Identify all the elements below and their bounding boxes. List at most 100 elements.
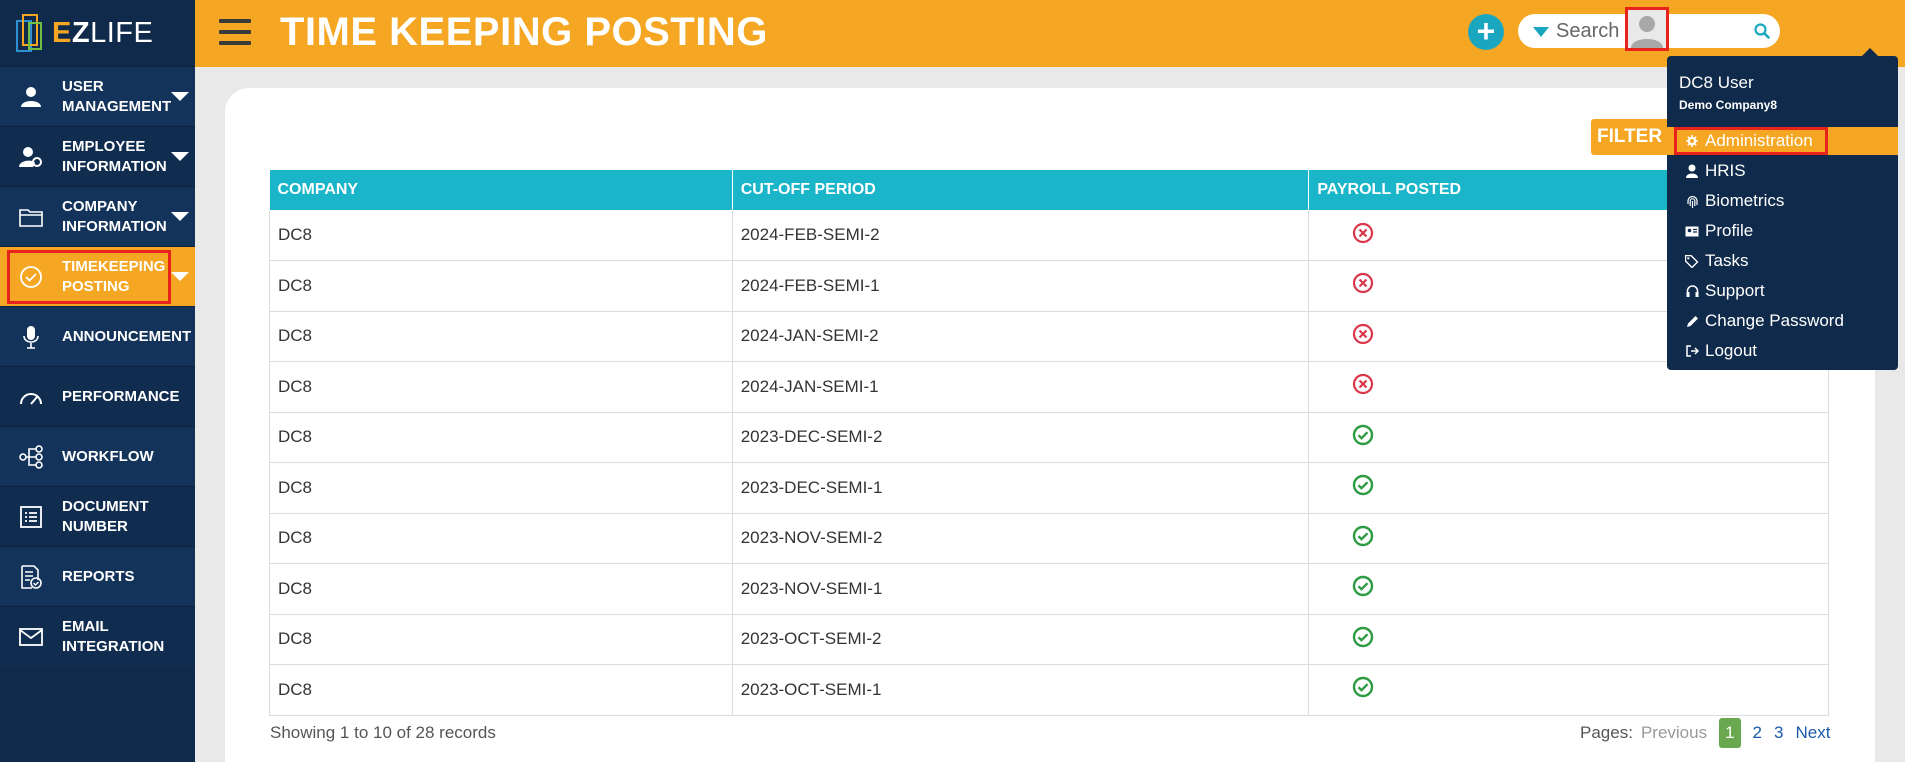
report-icon	[0, 564, 62, 589]
user-gear-icon	[0, 146, 62, 168]
company-cell: DC8	[269, 412, 733, 463]
check-circle-icon	[1352, 576, 1374, 601]
sidebar-item-company-information[interactable]: COMPANY INFORMATION	[0, 186, 195, 246]
table-row[interactable]: DC8 2023-OCT-SEMI-1	[269, 664, 1829, 716]
cutoff-period-cell: 2024-FEB-SEMI-1	[732, 260, 1310, 312]
highlight-box	[1674, 127, 1828, 155]
sidebar-item-workflow[interactable]: WORKFLOW	[0, 426, 195, 486]
x-circle-icon	[1352, 323, 1374, 349]
highlight-box	[7, 250, 171, 304]
cutoff-period-cell: 2023-DEC-SEMI-1	[732, 462, 1310, 514]
cutoff-period-cell: 2023-NOV-SEMI-2	[732, 513, 1310, 564]
cutoff-period-cell: 2024-JAN-SEMI-2	[732, 311, 1310, 362]
sidebar-item-label: EMAIL INTEGRATION	[62, 617, 165, 655]
company-cell: DC8	[269, 462, 733, 514]
column-header-company[interactable]: COMPANY	[269, 170, 733, 210]
cutoff-period-cell: 2023-DEC-SEMI-2	[732, 412, 1310, 463]
search-icon[interactable]	[1754, 23, 1770, 39]
table-row[interactable]: DC8 2024-FEB-SEMI-2	[269, 210, 1829, 261]
menu-item-biometrics[interactable]: Biometrics	[1667, 187, 1898, 215]
table-row[interactable]: DC8 2023-DEC-SEMI-2	[269, 412, 1829, 463]
pager-previous[interactable]: Previous	[1641, 723, 1707, 743]
workflow-icon	[0, 444, 62, 469]
logo[interactable]: EZLIFE	[0, 0, 195, 66]
hamburger-menu-icon[interactable]	[219, 19, 251, 47]
sidebar-item-label: USER MANAGEMENT	[62, 77, 172, 115]
sidebar-item-label: COMPANY INFORMATION	[62, 197, 167, 235]
table-row[interactable]: DC8 2024-FEB-SEMI-1	[269, 260, 1829, 312]
menu-item-tasks[interactable]: Tasks	[1667, 247, 1898, 275]
chevron-down-icon[interactable]	[171, 151, 189, 161]
menu-item-label: Tasks	[1705, 251, 1749, 270]
menu-item-logout[interactable]: Logout	[1667, 337, 1898, 365]
company-cell: DC8	[269, 361, 733, 413]
menu-item-hris[interactable]: HRIS	[1667, 157, 1898, 185]
avatar[interactable]	[1625, 7, 1669, 51]
microphone-icon	[0, 325, 62, 349]
page-title: TIME KEEPING POSTING	[280, 10, 768, 54]
menu-item-label: HRIS	[1705, 161, 1746, 180]
sidebar-item-label: REPORTS	[62, 567, 135, 585]
sidebar: EZLIFE USER MANAGEMENT EMPLOYEE INFORMATI…	[0, 0, 195, 762]
chevron-down-icon[interactable]	[171, 211, 189, 221]
sidebar-item-user-management[interactable]: USER MANAGEMENT	[0, 66, 195, 126]
check-circle-icon	[1352, 424, 1374, 450]
check-circle-icon	[1352, 626, 1374, 652]
list-icon	[0, 505, 62, 529]
fingerprint-icon	[1685, 194, 1699, 209]
user-dropdown-menu: DC8 User Demo Company8 Administration HRI…	[1667, 48, 1898, 370]
add-button[interactable]: +	[1468, 14, 1504, 50]
sidebar-item-reports[interactable]: REPORTS	[0, 546, 195, 606]
menu-item-support[interactable]: Support	[1667, 277, 1898, 305]
menu-item-profile[interactable]: Profile	[1667, 217, 1898, 245]
table-row[interactable]: DC8 2024-JAN-SEMI-1	[269, 361, 1829, 413]
payroll-posted-cell	[1308, 462, 1829, 514]
pagination: Pages: Previous 1 2 3 Next	[1580, 718, 1830, 748]
sidebar-item-performance[interactable]: PERFORMANCE	[0, 366, 195, 426]
chevron-down-icon[interactable]	[171, 91, 189, 101]
sidebar-item-timekeeping-posting[interactable]: TIMEKEEPING POSTING	[0, 246, 195, 306]
check-circle-icon	[1352, 475, 1374, 500]
company-cell: DC8	[269, 513, 733, 564]
envelope-icon	[0, 627, 62, 646]
menu-item-change-password[interactable]: Change Password	[1667, 307, 1898, 335]
sidebar-item-document-number[interactable]: DOCUMENT NUMBER	[0, 486, 195, 546]
headset-icon	[1685, 284, 1699, 298]
company-cell: DC8	[269, 311, 733, 362]
pager-page-2[interactable]: 2	[1753, 723, 1762, 743]
logo-text: EZLIFE	[52, 16, 154, 49]
pager-page-1[interactable]: 1	[1719, 718, 1741, 748]
chevron-down-icon[interactable]	[171, 271, 189, 281]
sidebar-item-label: WORKFLOW	[62, 447, 154, 465]
records-summary: Showing 1 to 10 of 28 records	[270, 723, 496, 742]
cutoff-period-cell: 2024-FEB-SEMI-2	[732, 210, 1310, 261]
company-cell: DC8	[269, 614, 733, 665]
table-row[interactable]: DC8 2023-OCT-SEMI-2	[269, 614, 1829, 665]
payroll-posted-cell	[1308, 664, 1829, 716]
tags-icon	[1685, 254, 1699, 268]
search-dropdown-caret-icon[interactable]	[1533, 27, 1549, 37]
person-icon	[1685, 164, 1699, 178]
x-circle-icon	[1352, 374, 1374, 399]
dropdown-company-name: Demo Company8	[1679, 98, 1778, 112]
company-cell: DC8	[269, 664, 733, 716]
column-header-cutoff-period[interactable]: CUT-OFF PERIOD	[732, 170, 1310, 210]
table-row[interactable]: DC8 2023-DEC-SEMI-1	[269, 462, 1829, 514]
sidebar-item-announcement[interactable]: ANNOUNCEMENT	[0, 306, 195, 366]
pager-page-3[interactable]: 3	[1774, 723, 1783, 743]
table-row[interactable]: DC8 2023-NOV-SEMI-2	[269, 513, 1829, 564]
table-row[interactable]: DC8 2023-NOV-SEMI-1	[269, 563, 1829, 615]
payroll-posted-cell	[1308, 412, 1829, 463]
sign-out-icon	[1685, 345, 1699, 357]
payroll-posted-cell	[1308, 614, 1829, 665]
logo-icon	[16, 14, 42, 52]
sidebar-item-email-integration[interactable]: EMAIL INTEGRATION	[0, 606, 195, 666]
sidebar-item-employee-information[interactable]: EMPLOYEE INFORMATION	[0, 126, 195, 186]
pager-next[interactable]: Next	[1795, 723, 1830, 743]
menu-item-label: Support	[1705, 281, 1765, 300]
check-circle-icon	[1352, 677, 1374, 702]
table-row[interactable]: DC8 2024-JAN-SEMI-2	[269, 311, 1829, 362]
payroll-posted-cell	[1308, 513, 1829, 564]
sidebar-item-label: PERFORMANCE	[62, 387, 180, 405]
payroll-posted-cell	[1308, 563, 1829, 615]
